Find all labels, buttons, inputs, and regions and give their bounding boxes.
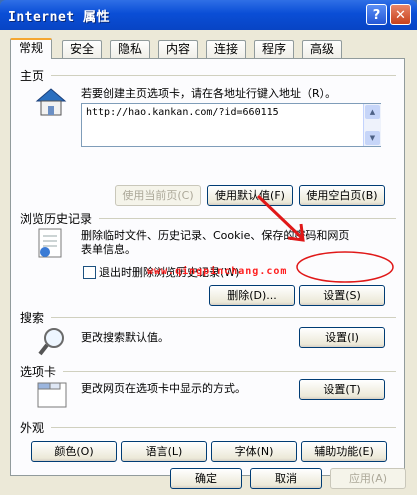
internet-properties-dialog: Internet 属性 ? ✕ 常规 安全 隐私 内容 连接 程序 高级 主页 … [0, 0, 417, 495]
annotation-overlay [256, 194, 394, 283]
annotation-ellipse [296, 251, 394, 283]
tab-general[interactable]: 常规 [10, 38, 52, 59]
annotation-arrow-icon [256, 194, 305, 242]
